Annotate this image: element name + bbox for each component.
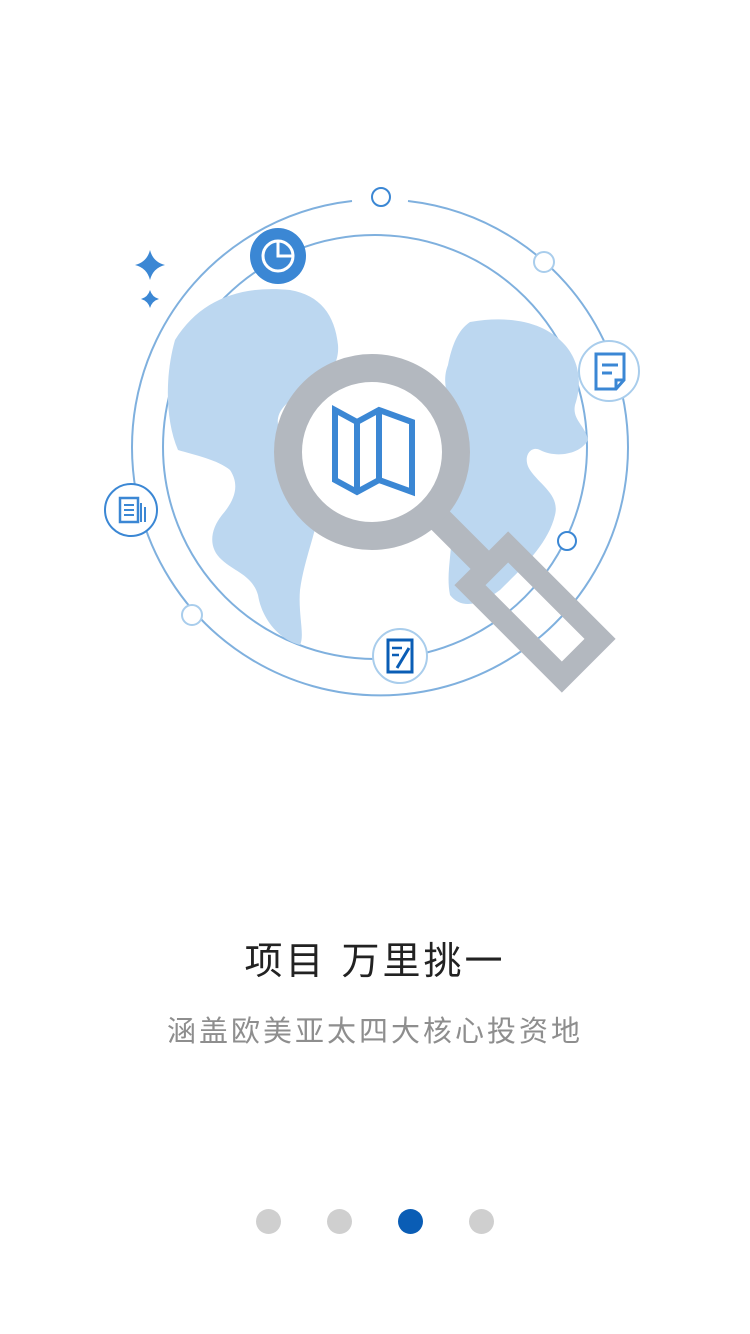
document-icon: [578, 340, 640, 402]
onboarding-illustration: [104, 187, 640, 697]
page-indicator: [0, 1208, 750, 1234]
slide-subtitle: 涵盖欧美亚太四大核心投资地: [166, 1014, 583, 1048]
pie-chart-icon: [250, 228, 306, 284]
page-dot-3[interactable]: [398, 1208, 423, 1234]
edit-icon: [372, 628, 428, 684]
note-icon: [104, 483, 158, 537]
page-dot-2[interactable]: [327, 1208, 352, 1234]
page-dot-1[interactable]: [256, 1208, 281, 1234]
page-dot-4[interactable]: [469, 1208, 494, 1234]
sparkle-icon: [135, 250, 165, 308]
slide-title: 项目 万里挑一: [244, 939, 506, 983]
